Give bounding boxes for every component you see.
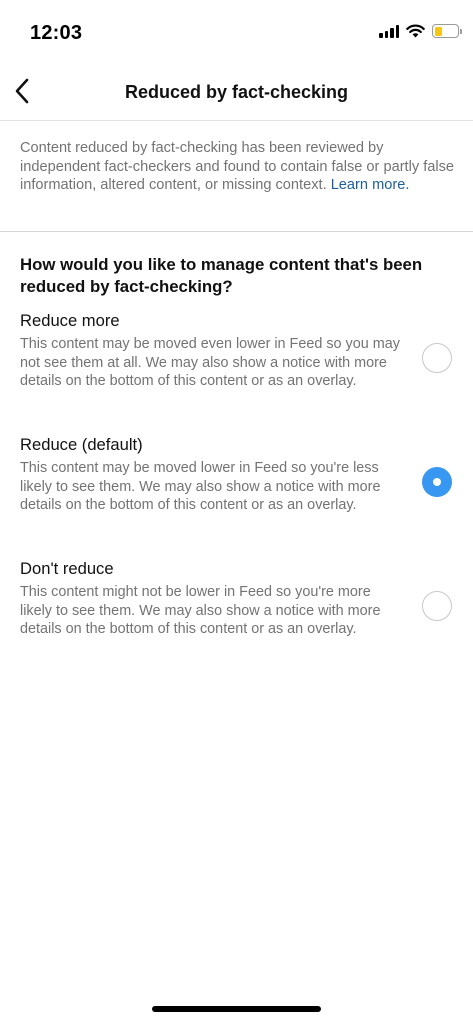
cellular-signal-icon <box>379 24 399 38</box>
status-icons <box>379 24 462 38</box>
option-reduce-more[interactable]: Reduce more This content may be moved ev… <box>0 311 473 407</box>
option-dont-reduce[interactable]: Don't reduce This content might not be l… <box>0 559 473 655</box>
wifi-icon <box>406 24 425 38</box>
option-title: Don't reduce <box>20 559 114 578</box>
screen: 12:03 Reduced by fact-checking Content r… <box>0 0 473 1024</box>
home-indicator <box>152 1006 321 1012</box>
battery-level <box>434 26 443 36</box>
radio-button-dont-reduce[interactable] <box>422 591 452 621</box>
option-description: This content might not be lower in Feed … <box>20 584 381 638</box>
option-reduce-default[interactable]: Reduce (default) This content may be mov… <box>0 435 473 531</box>
learn-more-link[interactable]: Learn more. <box>331 177 410 193</box>
option-title: Reduce more <box>20 311 120 330</box>
option-title: Reduce (default) <box>20 435 143 454</box>
section-divider <box>0 231 473 232</box>
header: Reduced by fact-checking <box>0 62 473 122</box>
header-divider <box>0 120 473 121</box>
option-description: This content may be moved even lower in … <box>20 336 400 390</box>
radio-button-reduce-more[interactable] <box>422 343 452 373</box>
radio-button-reduce-default[interactable] <box>422 467 452 497</box>
battery-icon <box>432 24 462 38</box>
section-question: How would you like to manage content tha… <box>20 255 423 296</box>
status-bar: 12:03 <box>0 0 473 62</box>
page-title: Reduced by fact-checking <box>124 82 349 102</box>
status-time: 12:03 <box>30 22 83 44</box>
intro-text: Content reduced by fact-checking has bee… <box>20 139 456 195</box>
option-description: This content may be moved lower in Feed … <box>20 460 381 514</box>
